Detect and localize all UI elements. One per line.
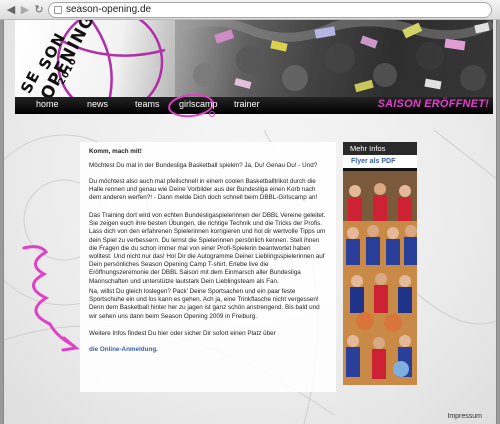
crowd-photo xyxy=(175,20,493,97)
highlight-dot xyxy=(209,111,215,117)
content-heading: Komm, mach mit! xyxy=(89,148,142,155)
nav-item-girlscamp[interactable]: girlscamp xyxy=(179,99,218,109)
content-paragraph: Na, willst Du gleich loslegen? Pack' Dei… xyxy=(89,288,320,320)
page-icon xyxy=(54,6,62,14)
nav-item-teams[interactable]: teams xyxy=(135,99,160,109)
site-frame: SE OPENING 2010 SON home news teams girl… xyxy=(3,20,497,424)
content-paragraph: Weitere Infos findest Du hier oder siche… xyxy=(89,330,276,337)
address-bar[interactable]: season-opening.de xyxy=(48,2,492,18)
browser-toolbar: ◀ ▶ ↻ season-opening.de xyxy=(0,0,500,20)
content-paragraph: Du möchtest also auch mal pfeilschnell i… xyxy=(89,178,318,202)
online-registration-link[interactable]: die Online-Anmeldung. xyxy=(89,346,329,354)
content-paragraph: Das Training dort wird von echten Bundes… xyxy=(89,212,326,285)
content-paragraph: Möchtest Du mal in der Bundesliga Basket… xyxy=(89,162,318,169)
main-content: Komm, mach mit! Möchtest Du mal in der B… xyxy=(80,142,336,392)
back-arrow-icon[interactable]: ◀ xyxy=(4,3,18,17)
flyer-pdf-link[interactable]: Flyer als PDF xyxy=(343,155,417,168)
page-viewport: SE OPENING 2010 SON home news teams girl… xyxy=(0,20,500,424)
sidebar-title: Mehr Infos xyxy=(343,142,417,155)
pink-squiggle-arrow xyxy=(22,245,80,352)
season-opening-logo[interactable]: SE OPENING 2010 SON xyxy=(15,20,175,97)
team-photo xyxy=(343,171,417,385)
forward-arrow-icon[interactable]: ▶ xyxy=(18,3,32,17)
nav-item-news[interactable]: news xyxy=(87,99,108,109)
nav-item-home[interactable]: home xyxy=(36,99,59,109)
nav-item-trainer[interactable]: trainer xyxy=(234,99,260,109)
header-banner: SE OPENING 2010 SON xyxy=(15,20,493,97)
info-sidebar: Mehr Infos Flyer als PDF xyxy=(343,142,417,385)
main-navigation: home news teams girlscamp trainer SAISON… xyxy=(15,91,493,120)
reload-icon[interactable]: ↻ xyxy=(32,3,46,17)
imprint-link[interactable]: Impressum xyxy=(447,413,482,420)
season-tagline: SAISON ERÖFFNET! xyxy=(377,98,489,110)
url-text[interactable]: season-opening.de xyxy=(66,4,151,15)
